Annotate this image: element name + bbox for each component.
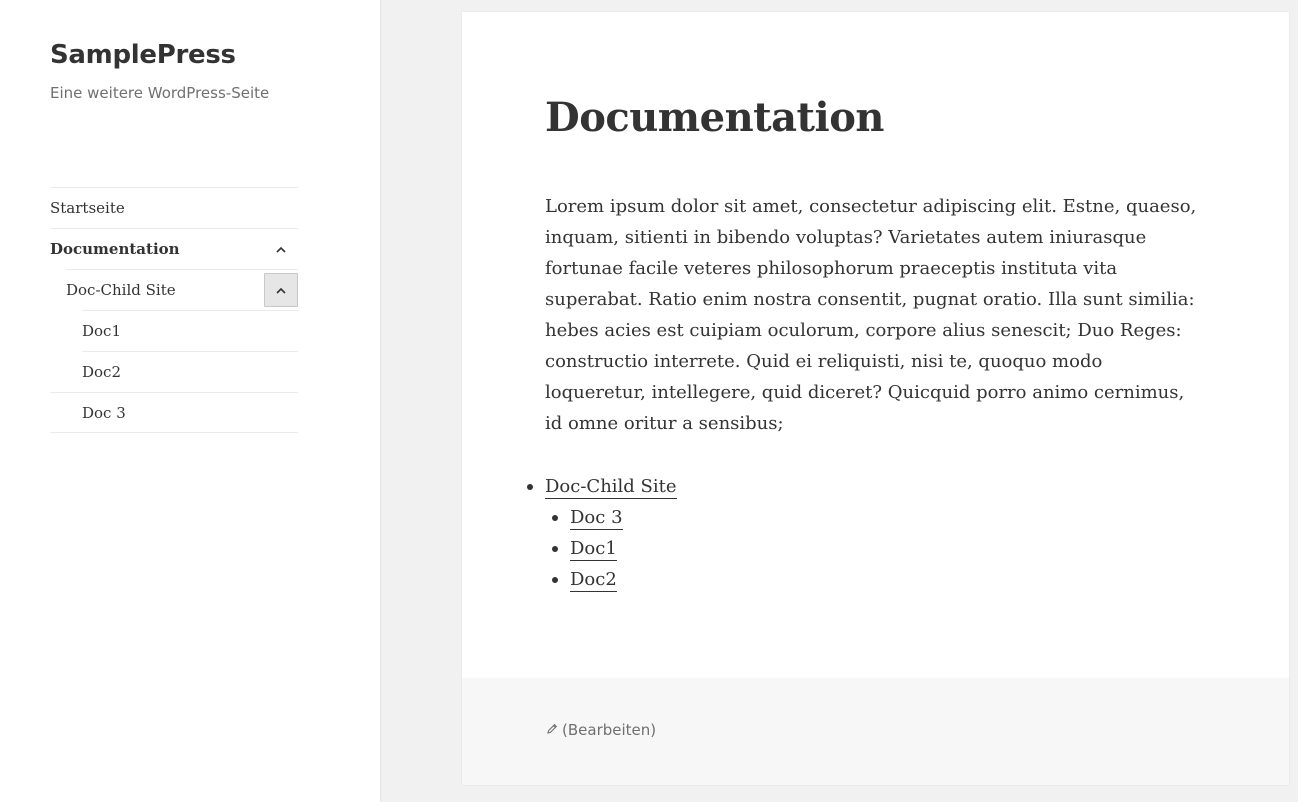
menu-item-doc-3[interactable]: Doc 3 — [50, 392, 298, 433]
chevron-up-icon[interactable] — [272, 229, 290, 269]
list-item: Doc1 — [552, 533, 677, 564]
pencil-icon — [546, 721, 558, 739]
menu-item-doc-child-site[interactable]: Doc-Child Site — [66, 269, 298, 310]
menu-item-label: Doc2 — [82, 363, 122, 381]
chevron-up-icon[interactable] — [264, 273, 298, 307]
menu-item-label: Doc 3 — [82, 404, 126, 422]
edit-link-wrapper: (Bearbeiten) — [546, 721, 656, 739]
list-item: Doc2 — [552, 564, 677, 595]
link-doc-child-site[interactable]: Doc-Child Site — [545, 476, 677, 499]
menu-item-doc2[interactable]: Doc2 — [82, 351, 298, 392]
menu-item-startseite[interactable]: Startseite — [50, 187, 298, 228]
link-doc2[interactable]: Doc2 — [570, 569, 617, 592]
entry-footer: (Bearbeiten) — [462, 678, 1289, 785]
list-item: Doc-Child Site Doc 3 Doc1 Doc2 — [527, 471, 677, 595]
list-item: Doc 3 — [552, 502, 677, 533]
menu-item-label: Startseite — [50, 199, 125, 217]
menu-item-label: Doc1 — [82, 322, 122, 340]
main-content: Documentation Lorem ipsum dolor sit amet… — [462, 12, 1289, 785]
link-doc1[interactable]: Doc1 — [570, 538, 617, 561]
child-page-list: Doc-Child Site Doc 3 Doc1 Doc2 — [527, 471, 677, 595]
page-body: Lorem ipsum dolor sit amet, consectetur … — [545, 196, 1197, 434]
menu-item-label: Doc-Child Site — [66, 281, 176, 299]
link-doc-3[interactable]: Doc 3 — [570, 507, 623, 530]
sidebar: SamplePress Eine weitere WordPress-Seite… — [0, 0, 381, 802]
edit-link[interactable]: (Bearbeiten) — [562, 721, 656, 739]
site-title[interactable]: SamplePress — [50, 40, 236, 70]
page-title: Documentation — [545, 94, 885, 141]
menu-item-label: Documentation — [50, 240, 180, 258]
main-menu: Startseite Documentation Doc-Child Site … — [50, 187, 298, 433]
menu-item-doc1[interactable]: Doc1 — [82, 310, 298, 351]
page-article: Documentation Lorem ipsum dolor sit amet… — [462, 12, 1289, 678]
menu-item-documentation[interactable]: Documentation — [50, 228, 298, 269]
site-description: Eine weitere WordPress-Seite — [50, 84, 270, 102]
